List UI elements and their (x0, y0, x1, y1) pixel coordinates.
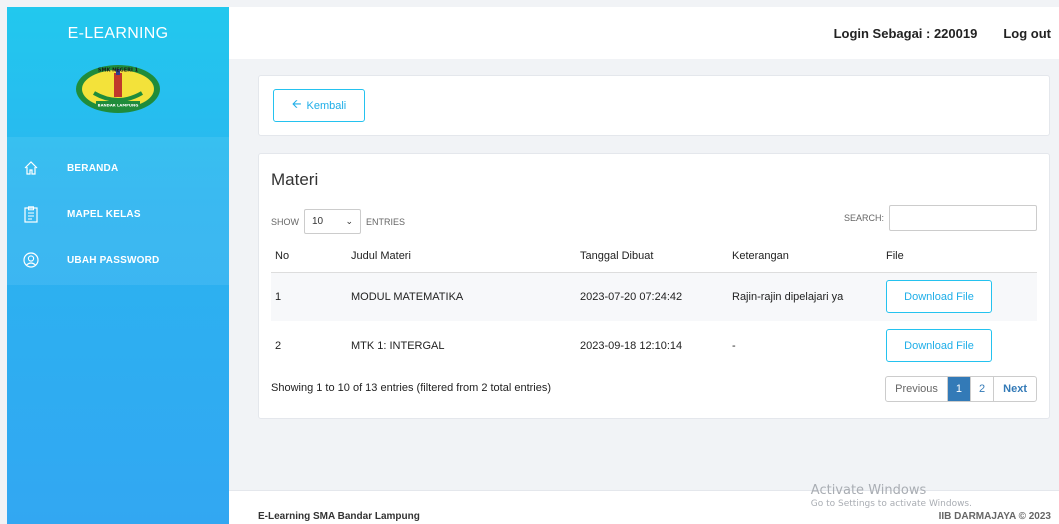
entries-select[interactable]: 10 ⌄ (304, 209, 361, 234)
cell-no: 1 (271, 272, 347, 321)
cell-tanggal: 2023-09-18 12:10:14 (580, 339, 683, 352)
sidebar-nav: BERANDA MAPEL KELAS UBAH PASSWORD (7, 137, 229, 285)
brand-title[interactable]: E-LEARNING (7, 7, 229, 61)
table-info: Showing 1 to 10 of 13 entries (filtered … (271, 382, 552, 394)
column-header-judul[interactable]: Judul Materi (347, 241, 576, 273)
show-label: SHOW (271, 216, 299, 227)
user-icon (23, 251, 39, 269)
pagination-page-1[interactable]: 1 (947, 377, 972, 401)
pagination-next[interactable]: Next (994, 377, 1036, 401)
entries-value: 10 (312, 216, 324, 227)
arrow-left-icon: 🡨 (291, 97, 302, 111)
table-row: 1 MODUL MATEMATIKA 2023-07-20 07:24:42 R… (271, 272, 1037, 321)
cell-judul: MTK 1: INTERGAL (351, 339, 445, 352)
sidebar-item-label: MAPEL KELAS (67, 208, 141, 220)
cell-no: 2 (275, 339, 282, 352)
download-file-button[interactable]: Download File (886, 329, 992, 362)
column-header-tanggal[interactable]: Tanggal Dibuat (576, 241, 728, 273)
table-header-row: No Judul Materi Tanggal Dibuat Keteranga… (271, 241, 1037, 273)
pagination: Previous 1 2 Next (885, 376, 1037, 402)
cell-tanggal: 2023-07-20 07:24:42 (576, 272, 728, 321)
cell-keterangan: Rajin-rajin dipelajari ya (728, 272, 882, 321)
footer-copyright: IIB DARMAJAYA © 2023 (938, 511, 1051, 522)
logo-text-top: SMK NEGERI 1 (98, 68, 139, 74)
clipboard-icon (23, 205, 39, 223)
logout-link[interactable]: Log out (1003, 26, 1051, 41)
sidebar-item-label: BERANDA (67, 162, 119, 174)
topbar: Login Sebagai : 220019 Log out (229, 7, 1059, 59)
back-card: 🡨 Kembali (258, 75, 1050, 136)
school-logo: SMK NEGERI 1 BANDAR LAMPUNG (76, 65, 160, 113)
download-file-button[interactable]: Download File (886, 280, 992, 314)
back-button[interactable]: 🡨 Kembali (273, 89, 365, 122)
search-input[interactable] (889, 205, 1037, 231)
cell-keterangan: - (732, 339, 736, 352)
back-button-label: Kembali (306, 99, 347, 112)
login-status: Login Sebagai : 220019 (833, 25, 978, 41)
watermark-title: Activate Windows (810, 483, 927, 498)
search-control: SEARCH: (844, 205, 1037, 231)
entries-control: SHOW 10 ⌄ ENTRIES (271, 209, 405, 234)
materi-card: Materi SHOW 10 ⌄ ENTRIES SEARCH: No Judu… (258, 153, 1050, 419)
chevron-down-icon: ⌄ (345, 216, 353, 226)
sidebar-item-mapel-kelas[interactable]: MAPEL KELAS (7, 191, 229, 237)
cell-judul: MODUL MATEMATIKA (347, 272, 576, 321)
sidebar: E-LEARNING SMK NEGERI 1 BANDAR LAMPUNG B… (7, 7, 229, 524)
home-icon (23, 159, 39, 177)
column-header-keterangan[interactable]: Keterangan (728, 241, 882, 273)
pagination-previous[interactable]: Previous (886, 377, 948, 401)
search-label: SEARCH: (843, 213, 884, 223)
windows-activation-watermark: Activate Windows Go to Settings to activ… (811, 483, 972, 509)
watermark-subtitle: Go to Settings to activate Windows. (810, 499, 972, 509)
sidebar-item-beranda[interactable]: BERANDA (7, 145, 229, 191)
logo-text-bottom: BANDAR LAMPUNG (98, 103, 139, 108)
entries-label: ENTRIES (366, 216, 406, 227)
sidebar-item-ubah-password[interactable]: UBAH PASSWORD (7, 237, 229, 283)
table-row: 2 MTK 1: INTERGAL 2023-09-18 12:10:14 - … (271, 321, 1037, 370)
pagination-page-2[interactable]: 2 (971, 377, 995, 401)
logo-area: SMK NEGERI 1 BANDAR LAMPUNG (7, 61, 229, 121)
page-title: Materi (271, 170, 319, 189)
footer-left-text: E-Learning SMA Bandar Lampung (258, 511, 420, 522)
materi-table: No Judul Materi Tanggal Dibuat Keteranga… (271, 241, 1037, 370)
cell-file: Download File (882, 321, 1037, 370)
cell-file: Download File (882, 272, 1037, 321)
column-header-file[interactable]: File (882, 241, 1037, 273)
column-header-no[interactable]: No (271, 241, 347, 273)
sidebar-item-label: UBAH PASSWORD (67, 254, 160, 266)
